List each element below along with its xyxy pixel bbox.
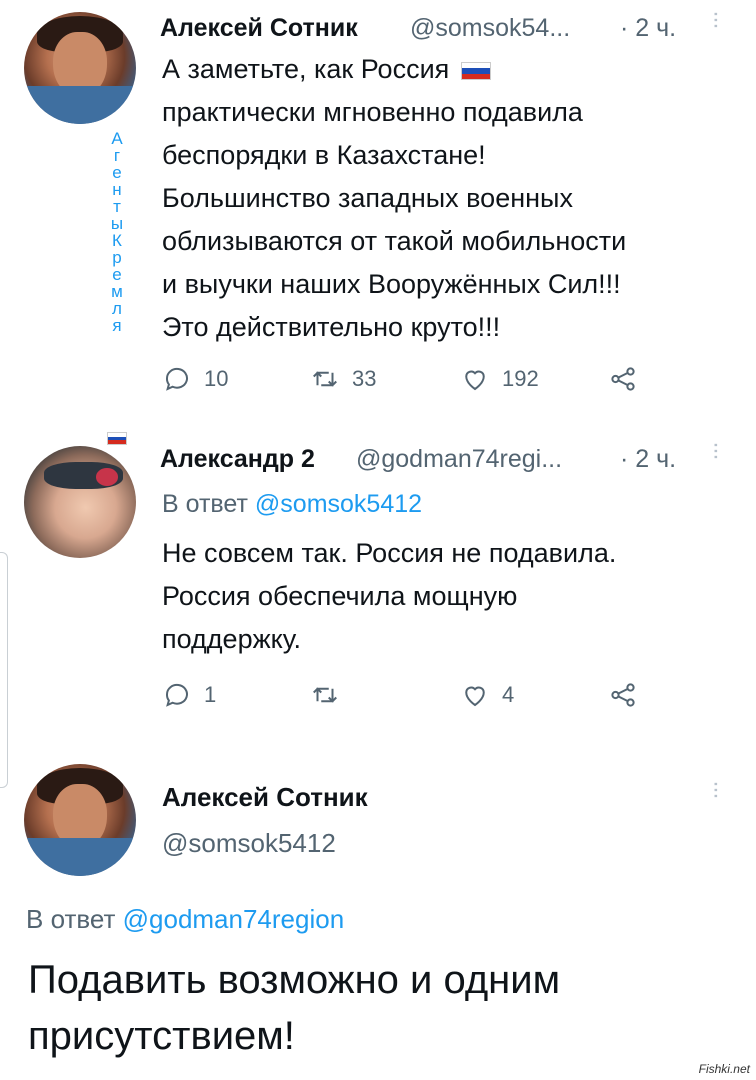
reply-button[interactable]: 1 (162, 680, 216, 710)
share-icon (611, 367, 635, 391)
retweet-icon (313, 371, 337, 387)
vertical-letter: л (112, 299, 122, 318)
vertical-letter: е (112, 163, 122, 182)
vertical-letter: е (112, 265, 122, 284)
retweet-icon (313, 687, 337, 703)
share-icon (611, 683, 635, 707)
avatar[interactable] (24, 12, 136, 124)
avatar[interactable] (24, 446, 136, 558)
retweet-count: 33 (352, 366, 377, 391)
vertical-letter: А (111, 129, 123, 148)
more-icon[interactable]: ··· (703, 441, 730, 459)
vertical-letter: г (113, 146, 121, 165)
like-icon (465, 686, 485, 707)
flag-russia-icon (460, 61, 491, 80)
tweet-time[interactable]: · 2 ч. (620, 445, 676, 474)
vertical-letter: я (112, 316, 122, 335)
share-button[interactable] (608, 680, 638, 710)
tweet-line: поддержку. (162, 624, 302, 654)
reply-icon (165, 367, 188, 391)
reply-mention[interactable]: @godman74region (123, 904, 345, 934)
watermark: Fishki.net (698, 1062, 750, 1076)
vertical-letter: т (113, 197, 121, 216)
tweet-line: А заметьте, как Россия (162, 48, 742, 91)
reply-count: 1 (204, 682, 217, 707)
vertical-caption: А г е н т ы К р е м л я (107, 130, 127, 334)
tweet-time[interactable]: · 2 ч. (620, 14, 676, 43)
tweet-line: облизываются от такой мобильности (162, 226, 627, 256)
author-name[interactable]: Александр 2 (160, 445, 315, 474)
tweet-line: присутствием! (28, 1014, 295, 1058)
more-icon[interactable]: ··· (703, 780, 730, 798)
share-button[interactable] (608, 364, 638, 394)
tweet-line-text: А заметьте, как Россия (162, 54, 450, 84)
author-handle[interactable]: @somsok54... (410, 14, 570, 43)
tweet-line: Подавить возможно и одним (28, 958, 561, 1002)
tweet-text: Не совсем так. Россия не подавила. Росси… (162, 532, 742, 661)
tweet-line: Не совсем так. Россия не подавила. (162, 538, 617, 568)
scrollbar[interactable] (0, 552, 8, 788)
like-icon (465, 370, 485, 391)
vertical-letter: м (111, 282, 123, 301)
reply-prefix: В ответ (162, 490, 255, 518)
author-name[interactable]: Алексей Сотник (162, 782, 368, 813)
vertical-letter: н (112, 180, 122, 199)
tweet-line: Большинство западных военных (162, 183, 573, 213)
reply-mention[interactable]: @somsok5412 (255, 490, 422, 518)
avatar[interactable] (24, 764, 136, 876)
tweet-actions: 10 33 192 (162, 364, 662, 398)
reply-count: 10 (204, 366, 229, 391)
flag-russia-icon (107, 432, 127, 445)
tweet-line: беспорядки в Казахстане! (162, 140, 486, 170)
author-name[interactable]: Алексей Сотник (160, 14, 358, 43)
reply-to: В ответ @godman74region (26, 904, 344, 935)
author-handle[interactable]: @godman74regi... (356, 445, 562, 474)
author-handle[interactable]: @somsok5412 (162, 828, 336, 859)
vertical-letter: К (112, 231, 122, 250)
tweet-line: и выучки наших Вооружённых Сил!!! (162, 269, 621, 299)
like-button[interactable]: 192 (460, 364, 539, 394)
vertical-letter: р (112, 248, 122, 267)
tweet-line: практически мгновенно подавила (162, 97, 583, 127)
reply-button[interactable]: 10 (162, 364, 228, 394)
retweet-button[interactable]: 33 (310, 364, 376, 394)
tweet-line: Это действительно круто!!! (162, 312, 501, 342)
tweet-text: Подавить возможно и одним присутствием! (28, 952, 728, 1064)
like-count: 4 (502, 682, 515, 707)
retweet-button[interactable] (310, 680, 340, 710)
tweet-text: А заметьте, как Россия практически мгнов… (162, 48, 742, 349)
more-icon[interactable]: ··· (703, 10, 730, 28)
vertical-letter: ы (110, 214, 124, 233)
reply-to: В ответ @somsok5412 (162, 490, 422, 519)
tweet-line: Россия обеспечила мощную (162, 581, 518, 611)
avatar-shirt (24, 837, 136, 876)
like-button[interactable]: 4 (460, 680, 514, 710)
avatar-shirt (24, 85, 136, 124)
reply-prefix: В ответ (26, 904, 123, 934)
tweet-actions: 1 4 (162, 680, 662, 714)
like-count: 192 (502, 366, 539, 391)
reply-icon (165, 683, 188, 707)
